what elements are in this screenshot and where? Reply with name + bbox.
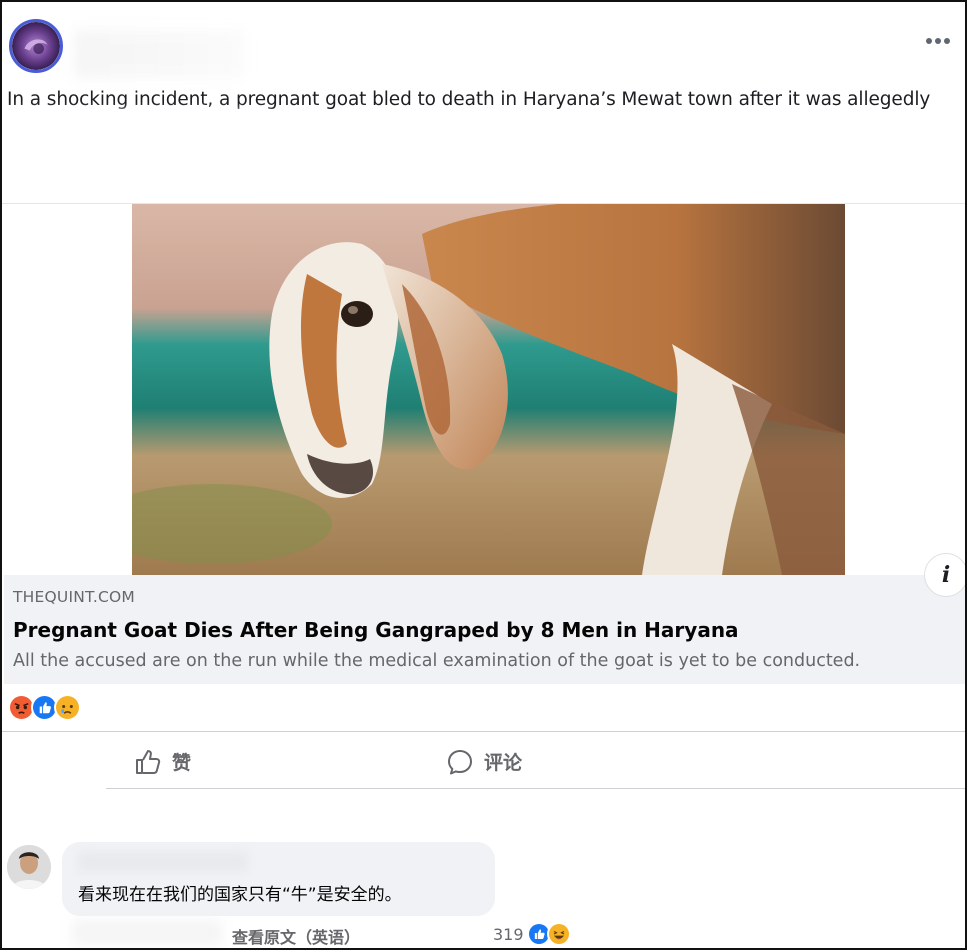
comment-bubble-icon (448, 749, 472, 774)
info-icon[interactable]: i (924, 553, 965, 597)
comment-button[interactable]: 评论 (446, 735, 522, 788)
sad-reaction-icon (54, 694, 81, 721)
commenter-avatar[interactable] (7, 845, 51, 889)
haha-reaction-icon (546, 922, 571, 946)
comment-meta-redacted (72, 920, 222, 946)
comment-text: 看来现在在我们的国家只有“牛”是安全的。 (78, 885, 402, 905)
link-title[interactable]: Pregnant Goat Dies After Being Gangraped… (13, 618, 739, 642)
like-button[interactable]: 赞 (134, 735, 191, 788)
page-avatar[interactable] (9, 19, 63, 73)
comment-bubble[interactable]: 看来现在在我们的国家只有“牛”是安全的。 (62, 842, 495, 916)
post-card: In a shocking incident, a pregnant goat … (0, 0, 967, 950)
commenter-name-redacted (78, 852, 248, 872)
post-text-redaction (2, 110, 272, 200)
divider (2, 731, 965, 732)
divider (106, 788, 965, 789)
like-label: 赞 (172, 752, 192, 774)
reaction-summary[interactable] (8, 694, 81, 722)
link-domain: THEQUINT.COM (13, 588, 135, 606)
comment-label: 评论 (484, 752, 523, 774)
link-description: All the accused are on the run while the… (13, 651, 861, 671)
comment-reaction-summary[interactable]: 319 (493, 920, 571, 948)
link-preview-image[interactable] (132, 204, 845, 575)
more-options-icon[interactable] (925, 34, 951, 48)
comment-reaction-count: 319 (493, 924, 524, 944)
link-preview-card[interactable]: THEQUINT.COM Pregnant Goat Dies After Be… (4, 553, 965, 684)
see-original-link[interactable]: 查看原文（英语） (232, 924, 360, 948)
post-action-bar: 赞 评论 (106, 735, 965, 788)
author-name-redacted (74, 30, 244, 78)
thumbs-up-icon (136, 749, 161, 774)
